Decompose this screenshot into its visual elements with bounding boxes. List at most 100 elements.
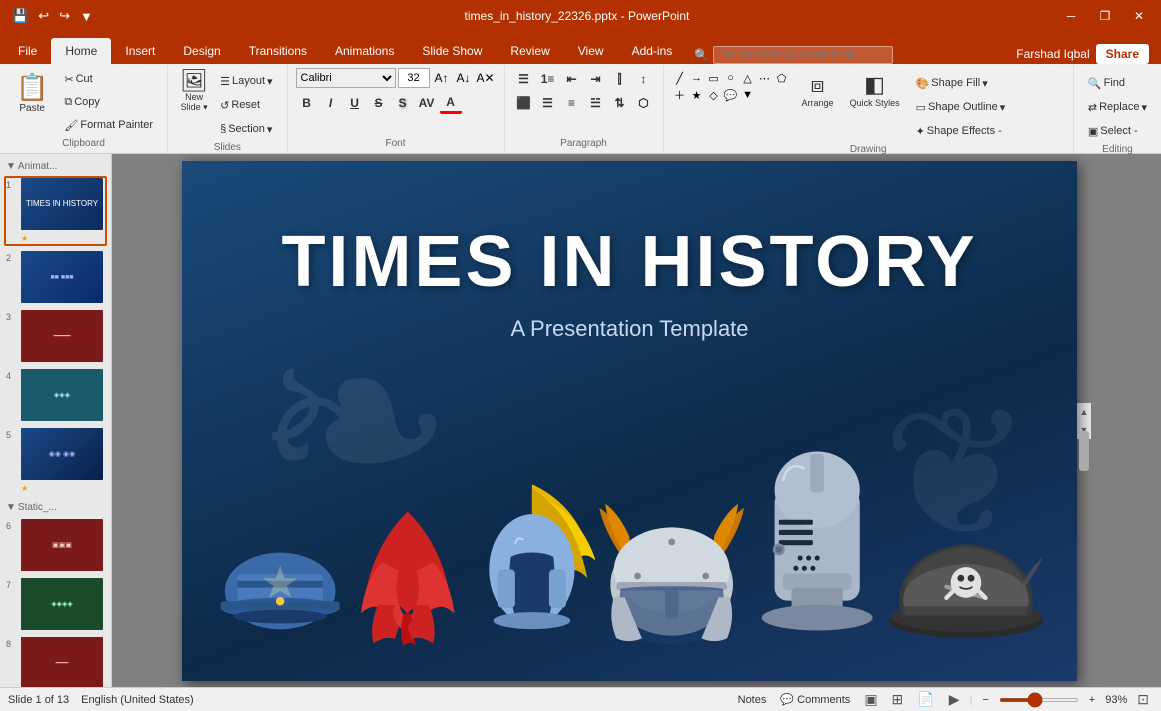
slide-num-2: 2 xyxy=(6,251,18,263)
slide-thumb-2[interactable]: 2 ■■ ■■■ xyxy=(4,249,107,305)
convert-to-smartart-button[interactable]: ⬡ xyxy=(633,92,655,114)
normal-view-button[interactable]: ▣ xyxy=(860,689,881,710)
shape-callout[interactable]: 💬 xyxy=(723,87,739,103)
undo-button[interactable]: ↩ xyxy=(34,6,53,26)
font-size-increase-button[interactable]: A↑ xyxy=(432,68,452,88)
redo-button[interactable]: ↪ xyxy=(55,6,74,26)
zoom-in-button[interactable]: + xyxy=(1085,694,1099,706)
justify-button[interactable]: ☱ xyxy=(585,92,607,114)
font-family-select[interactable]: Calibri Arial Times New Roman xyxy=(296,68,396,88)
zoom-slider[interactable] xyxy=(999,698,1079,702)
shape-effects-button[interactable]: ✦ Shape Effects - xyxy=(910,120,1012,142)
reset-button[interactable]: ↺ Reset xyxy=(214,94,278,116)
share-button[interactable]: Share xyxy=(1096,44,1149,64)
slide-sorter-button[interactable]: ⊞ xyxy=(888,689,908,710)
slide-thumb-5[interactable]: 5 ◉◉ ◉◉ ★ xyxy=(4,426,107,496)
decrease-indent-button[interactable]: ⇤ xyxy=(561,68,583,90)
search-input[interactable] xyxy=(713,46,893,64)
shadow-button[interactable]: S xyxy=(392,92,414,114)
arrange-button[interactable]: ⧈ Arrange xyxy=(796,68,840,112)
new-slide-icon: 🖼 xyxy=(180,70,208,92)
slideshow-view-button[interactable]: ▶ xyxy=(945,689,964,710)
section-button[interactable]: § Section ▾ xyxy=(214,118,278,140)
tab-slideshow[interactable]: Slide Show xyxy=(408,38,496,64)
align-right-button[interactable]: ≡ xyxy=(561,92,583,114)
slide-thumb-1[interactable]: 1 TIMES IN HISTORY ★ xyxy=(4,176,107,246)
slide-thumb-3[interactable]: 3 ━━━━ xyxy=(4,308,107,364)
copy-button[interactable]: ⧉ Copy xyxy=(58,91,159,113)
tab-design[interactable]: Design xyxy=(169,38,234,64)
font-size-decrease-button[interactable]: A↓ xyxy=(454,68,474,88)
cut-button[interactable]: ✂ Cut xyxy=(58,68,159,90)
replace-button[interactable]: ⇄ Replace ▾ xyxy=(1082,96,1153,118)
shape-pentagon[interactable]: ⬠ xyxy=(774,70,790,86)
fit-to-window-button[interactable]: ⊡ xyxy=(1133,689,1153,710)
clipboard-label: Clipboard xyxy=(8,136,159,149)
slide-num-6: 6 xyxy=(6,519,18,531)
increase-indent-button[interactable]: ⇥ xyxy=(585,68,607,90)
shape-arrow[interactable]: → xyxy=(689,70,705,86)
bullets-button[interactable]: ☰ xyxy=(513,68,535,90)
font-size-input[interactable]: 32 xyxy=(398,68,430,88)
reading-view-button[interactable]: 📄 xyxy=(913,689,938,710)
shape-line[interactable]: ╱ xyxy=(672,70,688,86)
shape-triangle[interactable]: △ xyxy=(740,70,756,86)
clear-format-button[interactable]: A✕ xyxy=(476,68,496,88)
slide-title[interactable]: TIMES IN HISTORY xyxy=(182,221,1077,303)
arrange-icon: ⧈ xyxy=(811,72,825,98)
tab-transitions[interactable]: Transitions xyxy=(235,38,321,64)
tab-review[interactable]: Review xyxy=(496,38,563,64)
italic-button[interactable]: I xyxy=(320,92,342,114)
select-button[interactable]: ▣ Select - xyxy=(1082,120,1144,142)
align-left-button[interactable]: ⬛ xyxy=(513,92,535,114)
slide-thumb-6[interactable]: 6 ▣▣▣ xyxy=(4,517,107,573)
shape-more[interactable]: ⋯ xyxy=(757,70,773,86)
format-painter-button[interactable]: 🖌 Format Painter xyxy=(58,114,159,136)
shape-circle[interactable]: ○ xyxy=(723,70,739,86)
zoom-out-button[interactable]: − xyxy=(978,694,992,706)
close-button[interactable]: ✕ xyxy=(1125,5,1153,27)
restore-button[interactable]: ❐ xyxy=(1091,5,1119,27)
bold-button[interactable]: B xyxy=(296,92,318,114)
slide-thumb-8[interactable]: 8 ━━━ xyxy=(4,635,107,687)
section-collapse-icon[interactable]: ▼ xyxy=(6,161,16,172)
section2-collapse-icon[interactable]: ▼ xyxy=(6,502,16,513)
tab-view[interactable]: View xyxy=(564,38,618,64)
scroll-up-button[interactable]: ▲ xyxy=(1078,405,1091,419)
strikethrough-button[interactable]: S xyxy=(368,92,390,114)
shape-rect[interactable]: ▭ xyxy=(706,70,722,86)
minimize-button[interactable]: ─ xyxy=(1057,5,1085,27)
scroll-thumb[interactable] xyxy=(1079,431,1089,471)
paste-button[interactable]: 📋 Paste xyxy=(8,68,56,136)
tab-animations[interactable]: Animations xyxy=(321,38,408,64)
slide-thumb-4[interactable]: 4 ◈◈◈ xyxy=(4,367,107,423)
character-spacing-button[interactable]: AV xyxy=(416,92,438,114)
align-center-button[interactable]: ☰ xyxy=(537,92,559,114)
tab-file[interactable]: File xyxy=(4,38,51,64)
tab-insert[interactable]: Insert xyxy=(111,38,169,64)
find-button[interactable]: 🔍 Find xyxy=(1082,72,1131,94)
shape-outline-button[interactable]: ▭ Shape Outline ▾ xyxy=(910,96,1012,118)
shape-expand[interactable]: ▼ xyxy=(740,87,756,103)
underline-button[interactable]: U xyxy=(344,92,366,114)
tab-addins[interactable]: Add-ins xyxy=(618,38,687,64)
new-slide-button[interactable]: 🖼 NewSlide ▾ xyxy=(176,68,212,140)
comments-button[interactable]: 💬 Comments xyxy=(776,693,854,706)
font-color-button[interactable]: A xyxy=(440,92,462,114)
shape-fill-button[interactable]: 🎨 Shape Fill ▾ xyxy=(910,72,1012,94)
text-direction-button[interactable]: ⇅ xyxy=(609,92,631,114)
slide-thumb-7[interactable]: 7 ◈◈◈◈ xyxy=(4,576,107,632)
save-button[interactable]: 💾 xyxy=(8,6,32,26)
notes-button[interactable]: Notes xyxy=(734,694,771,706)
shape-star[interactable]: ★ xyxy=(689,87,705,103)
customize-button[interactable]: ▼ xyxy=(76,7,97,26)
quick-styles-button[interactable]: ◧ Quick Styles xyxy=(844,68,906,112)
line-spacing-button[interactable]: ↕ xyxy=(633,68,655,90)
slide-subtitle[interactable]: A Presentation Template xyxy=(182,316,1077,342)
layout-button[interactable]: ☰ Layout ▾ xyxy=(214,70,278,92)
numbering-button[interactable]: 1≡ xyxy=(537,68,559,90)
tab-home[interactable]: Home xyxy=(51,38,111,64)
shape-diamond[interactable]: ◇ xyxy=(706,87,722,103)
shape-plus[interactable]: ＋ xyxy=(672,87,688,103)
columns-button[interactable]: ⫿ xyxy=(609,68,631,90)
